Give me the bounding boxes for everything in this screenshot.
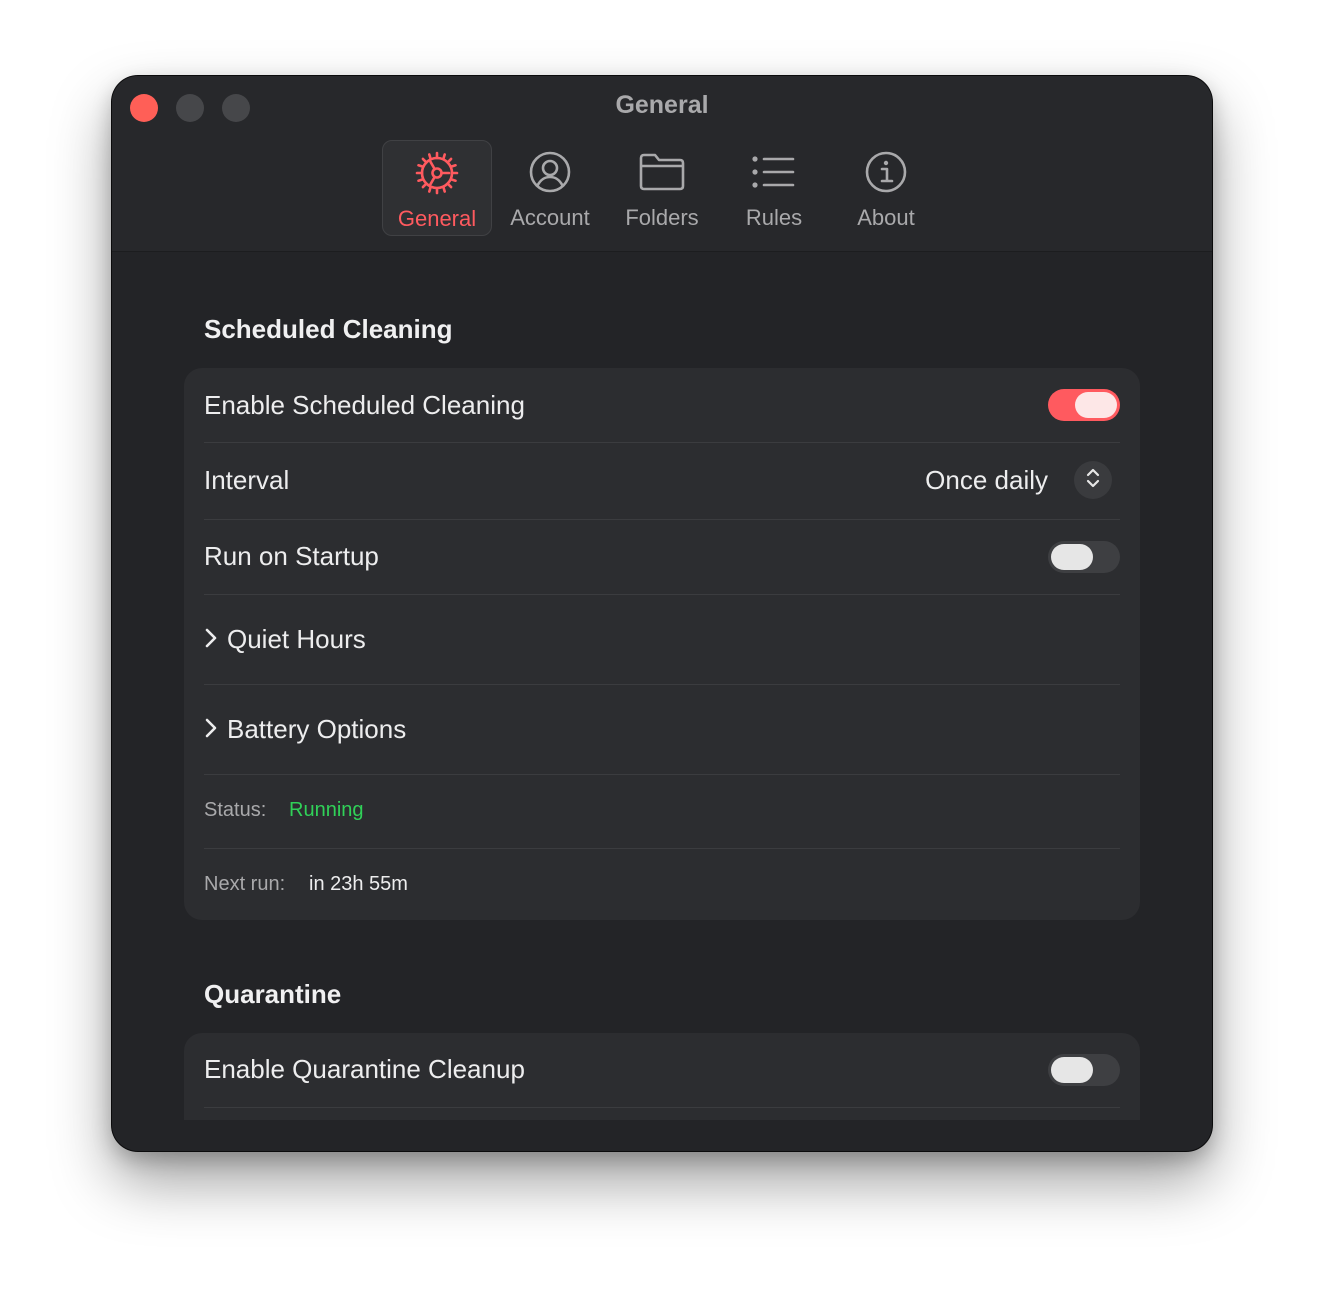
enable-scheduled-cleaning-label: Enable Scheduled Cleaning: [204, 390, 525, 420]
run-on-startup-row: Run on Startup: [204, 520, 1120, 594]
quiet-hours-label: Quiet Hours: [227, 624, 366, 654]
chevron-right-icon: [204, 625, 222, 651]
run-on-startup-label: Run on Startup: [204, 541, 379, 571]
interval-row: Interval Once daily: [204, 443, 1120, 519]
tab-folders-label: Folders: [625, 205, 699, 230]
enable-quarantine-cleanup-row: Enable Quarantine Cleanup: [204, 1033, 1120, 1107]
enable-scheduled-cleaning-row: Enable Scheduled Cleaning: [204, 368, 1120, 442]
toggle-knob: [1051, 1057, 1093, 1083]
tab-about-label: About: [857, 205, 915, 230]
tab-about[interactable]: About: [831, 140, 941, 236]
scheduled-cleaning-card: Enable Scheduled Cleaning Interval Once …: [184, 368, 1140, 920]
status-label: Status:: [204, 799, 267, 821]
enable-scheduled-cleaning-toggle[interactable]: [1048, 389, 1120, 421]
chevron-right-icon: [204, 715, 222, 741]
battery-options-label: Battery Options: [227, 714, 407, 744]
section-title-scheduled-cleaning: Scheduled Cleaning: [204, 314, 453, 344]
status-row: Status: Running: [204, 775, 1120, 848]
next-run-label: Next run:: [204, 873, 286, 895]
list-icon: [751, 148, 797, 196]
gear-icon: [415, 149, 459, 197]
tab-rules[interactable]: Rules: [719, 140, 829, 236]
next-run-value: in 23h 55m: [309, 873, 408, 895]
status-value: Running: [289, 799, 364, 821]
toggle-knob: [1075, 392, 1117, 418]
chevron-up-down-icon: [1085, 467, 1101, 494]
info-circle-icon: [864, 148, 908, 196]
title-bar: General General Account Folders Rules Ab…: [112, 76, 1212, 252]
divider: [204, 1107, 1120, 1108]
enable-quarantine-cleanup-label: Enable Quarantine Cleanup: [204, 1054, 525, 1084]
tab-general-label: General: [397, 206, 477, 231]
interval-popup-button[interactable]: [1074, 461, 1112, 499]
quiet-hours-disclosure[interactable]: Quiet Hours: [204, 595, 1120, 684]
battery-options-disclosure[interactable]: Battery Options: [204, 685, 1120, 774]
section-title-quarantine: Quarantine: [204, 979, 342, 1009]
run-on-startup-toggle[interactable]: [1048, 541, 1120, 573]
next-run-row: Next run: in 23h 55m: [204, 849, 1120, 920]
tab-rules-label: Rules: [745, 205, 803, 230]
tab-general[interactable]: General: [382, 140, 492, 236]
interval-select-value[interactable]: Once daily: [925, 465, 1048, 496]
window-title: General: [615, 91, 709, 119]
folder-icon: [638, 148, 686, 196]
enable-quarantine-cleanup-toggle[interactable]: [1048, 1054, 1120, 1086]
toggle-knob: [1051, 544, 1093, 570]
person-circle-icon: [528, 148, 572, 196]
tab-folders[interactable]: Folders: [607, 140, 717, 236]
interval-label: Interval: [204, 465, 290, 495]
settings-content: Scheduled Cleaning Enable Scheduled Clea…: [112, 252, 1212, 1120]
quarantine-card: Enable Quarantine Cleanup: [184, 1033, 1140, 1120]
tab-account-label: Account: [510, 205, 590, 230]
settings-window: General General Account Folders Rules Ab…: [112, 76, 1212, 1151]
tab-account[interactable]: Account: [495, 140, 605, 236]
